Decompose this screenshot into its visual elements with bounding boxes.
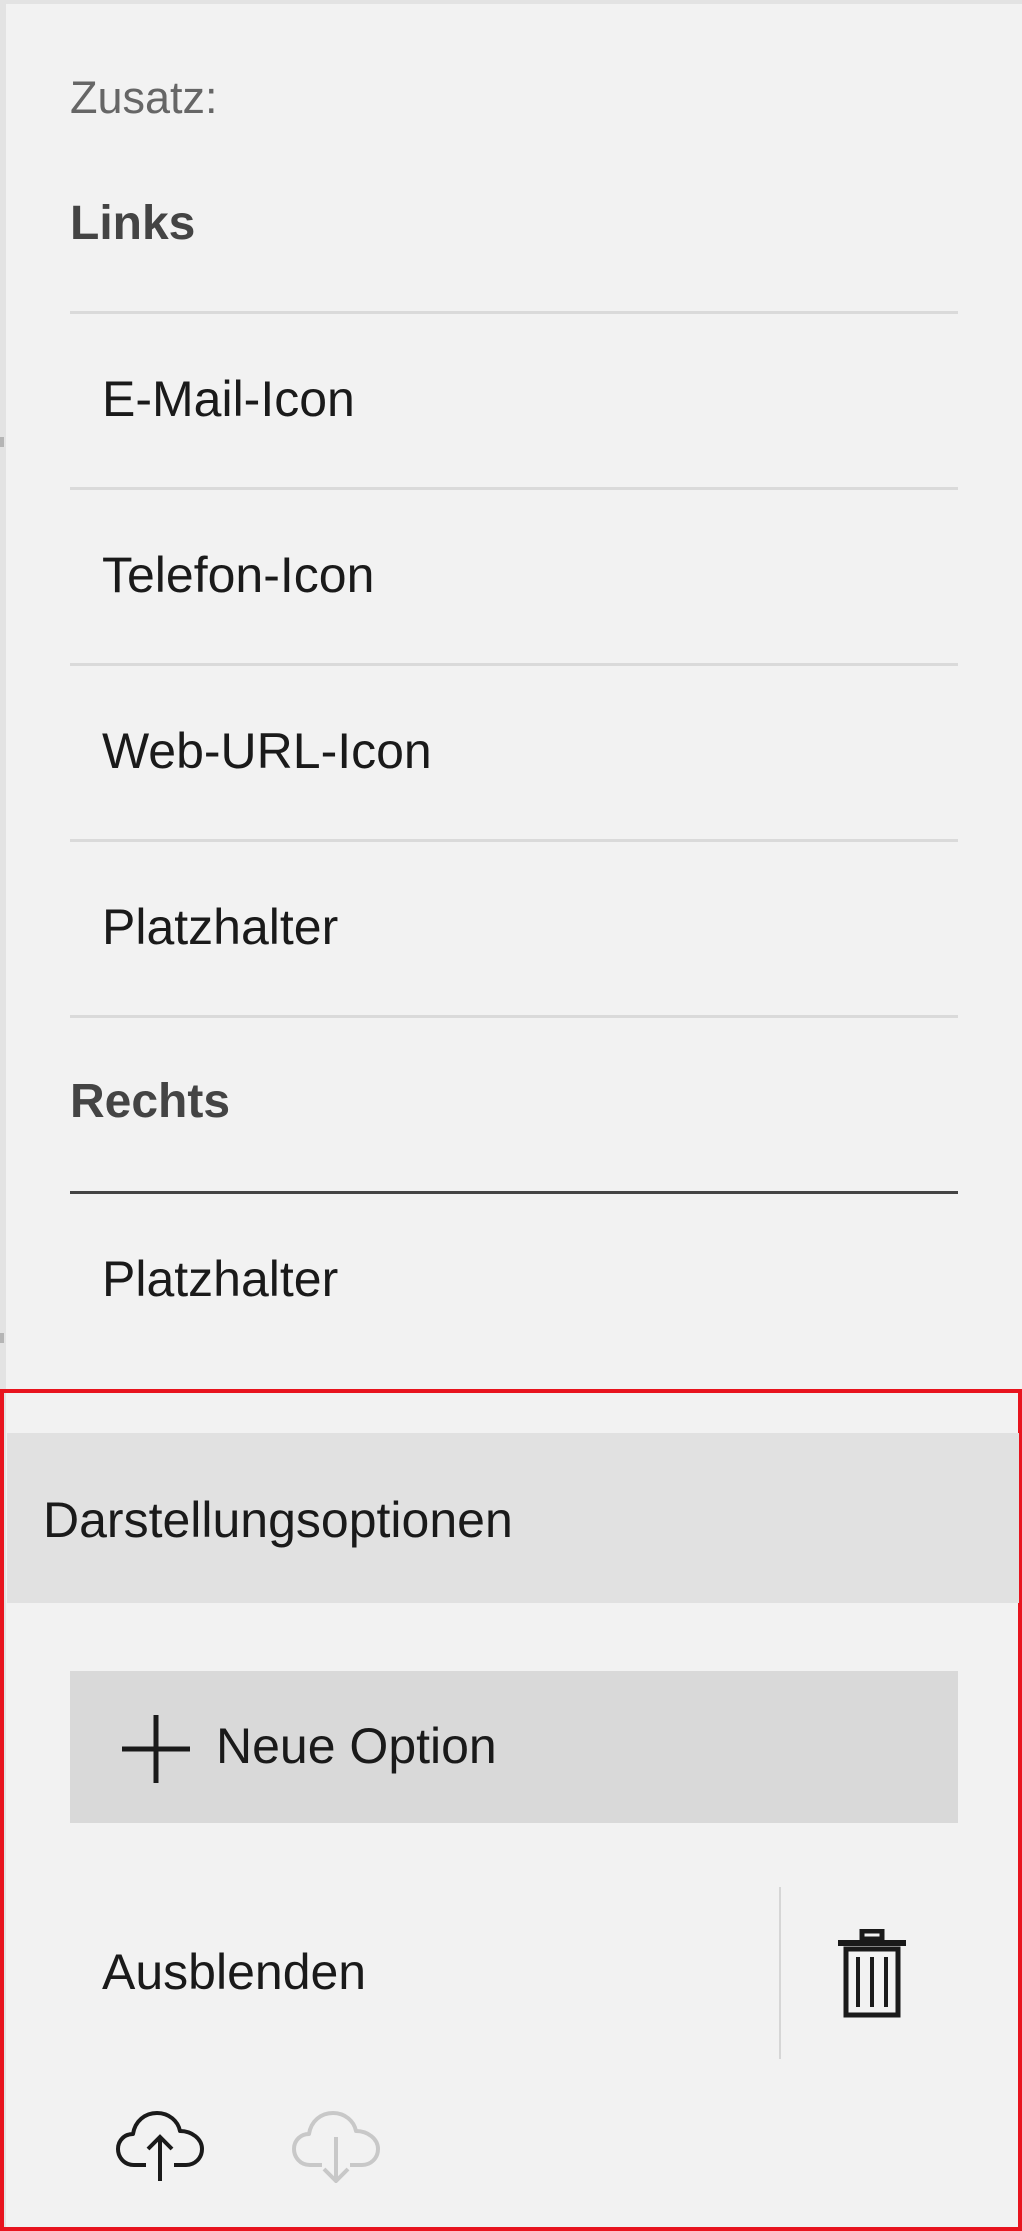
list-item-telefon-icon[interactable]: Telefon-Icon bbox=[102, 546, 922, 604]
separator bbox=[70, 487, 958, 490]
new-option-button[interactable]: Neue Option bbox=[70, 1671, 958, 1823]
edge-tick bbox=[0, 437, 4, 447]
zusatz-label: Zusatz: bbox=[70, 72, 218, 123]
panel: Zusatz: Links E-Mail-Icon Telefon-Icon W… bbox=[0, 0, 1022, 2231]
option-entry-ausblenden[interactable]: Ausblenden bbox=[102, 1943, 366, 2001]
display-options-section: Darstellungsoptionen Neue Option Ausblen… bbox=[0, 1389, 1022, 2231]
vertical-divider bbox=[779, 1887, 781, 2059]
group-heading-links: Links bbox=[70, 197, 196, 250]
trash-icon[interactable] bbox=[836, 1929, 908, 2019]
display-options-title: Darstellungsoptionen bbox=[43, 1492, 513, 1548]
edge-tick bbox=[0, 1333, 4, 1343]
display-options-header: Darstellungsoptionen bbox=[7, 1433, 1019, 1603]
cloud-download-icon[interactable] bbox=[292, 2109, 380, 2183]
separator bbox=[70, 839, 958, 842]
separator bbox=[70, 1015, 958, 1018]
cloud-upload-icon[interactable] bbox=[116, 2109, 204, 2183]
separator bbox=[70, 311, 958, 314]
group-heading-rechts: Rechts bbox=[70, 1075, 231, 1128]
list-item-platzhalter-rechts[interactable]: Platzhalter bbox=[102, 1250, 922, 1308]
separator-active bbox=[70, 1191, 958, 1194]
list-item-email-icon[interactable]: E-Mail-Icon bbox=[102, 370, 922, 428]
list-item-web-url-icon[interactable]: Web-URL-Icon bbox=[102, 722, 922, 780]
new-option-label: Neue Option bbox=[216, 1718, 497, 1774]
plus-icon bbox=[122, 1715, 190, 1783]
separator bbox=[70, 663, 958, 666]
list-item-platzhalter[interactable]: Platzhalter bbox=[102, 898, 922, 956]
panel-top-edge bbox=[0, 0, 1022, 4]
